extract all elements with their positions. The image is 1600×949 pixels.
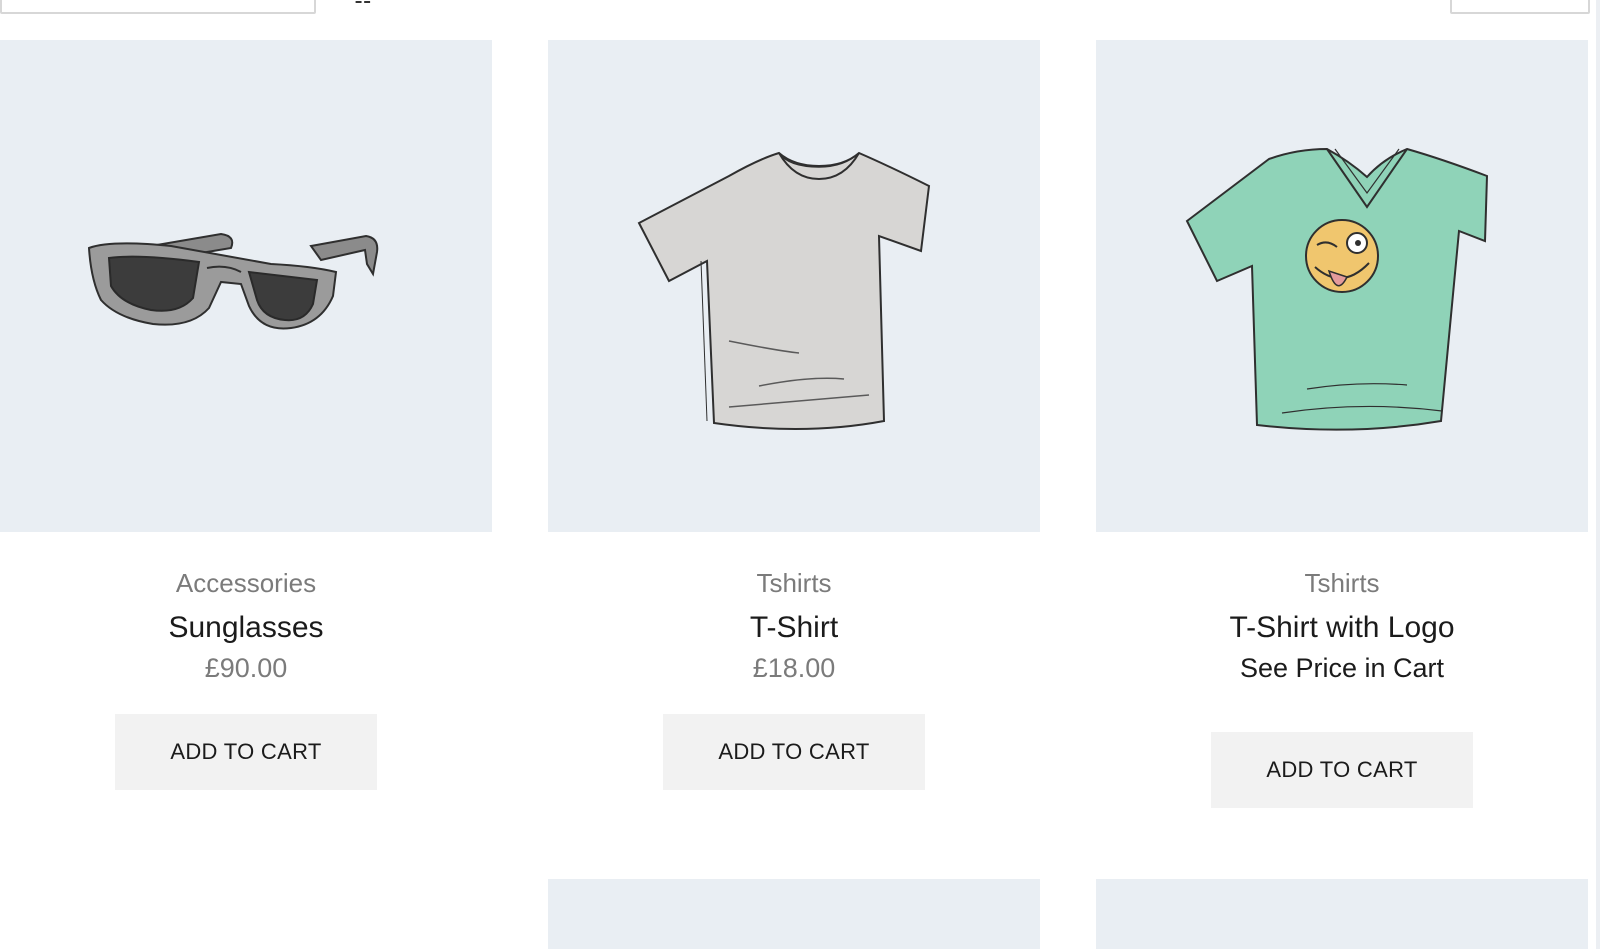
- product-title[interactable]: Sunglasses: [0, 608, 492, 648]
- product-price: See Price in Cart: [1239, 653, 1445, 683]
- product-image[interactable]: [548, 40, 1040, 532]
- product-category: Tshirts: [1304, 568, 1380, 598]
- product-price: £18.00: [752, 653, 836, 683]
- tshirt-with-logo-image: [1185, 147, 1489, 431]
- product-card-sunglasses: Accessories Sunglasses £90.00 ADD TO CAR…: [0, 40, 492, 790]
- product-card-tshirt-with-logo: Tshirts T-Shirt with Logo See Price in C…: [1096, 40, 1588, 808]
- product-card-tshirt: Tshirts T-Shirt £18.00 ADD TO CART: [548, 40, 1040, 790]
- scrollbar[interactable]: [1596, 0, 1600, 949]
- view-toggle-icon[interactable]: ☷: [354, 0, 373, 9]
- sunglasses-image: [87, 232, 379, 330]
- product-category: Accessories: [175, 568, 317, 598]
- product-title[interactable]: T-Shirt: [548, 608, 1040, 648]
- product-image[interactable]: [0, 40, 492, 532]
- product-image[interactable]: [1096, 40, 1588, 532]
- add-to-cart-button[interactable]: ADD TO CART: [663, 714, 925, 790]
- product-title[interactable]: T-Shirt with Logo: [1096, 608, 1588, 648]
- product-price: £90.00: [204, 653, 288, 683]
- tshirt-image: [637, 151, 931, 430]
- product-category: Tshirts: [756, 568, 832, 598]
- toolbar: ☷: [0, 0, 1600, 20]
- add-to-cart-button[interactable]: ADD TO CART: [115, 714, 377, 790]
- add-to-cart-button[interactable]: ADD TO CART: [1211, 732, 1473, 808]
- pagination-select[interactable]: [1450, 0, 1590, 14]
- product-image-next-row[interactable]: [1096, 879, 1588, 949]
- product-image-next-row[interactable]: [548, 879, 1040, 949]
- sort-select[interactable]: [0, 0, 316, 14]
